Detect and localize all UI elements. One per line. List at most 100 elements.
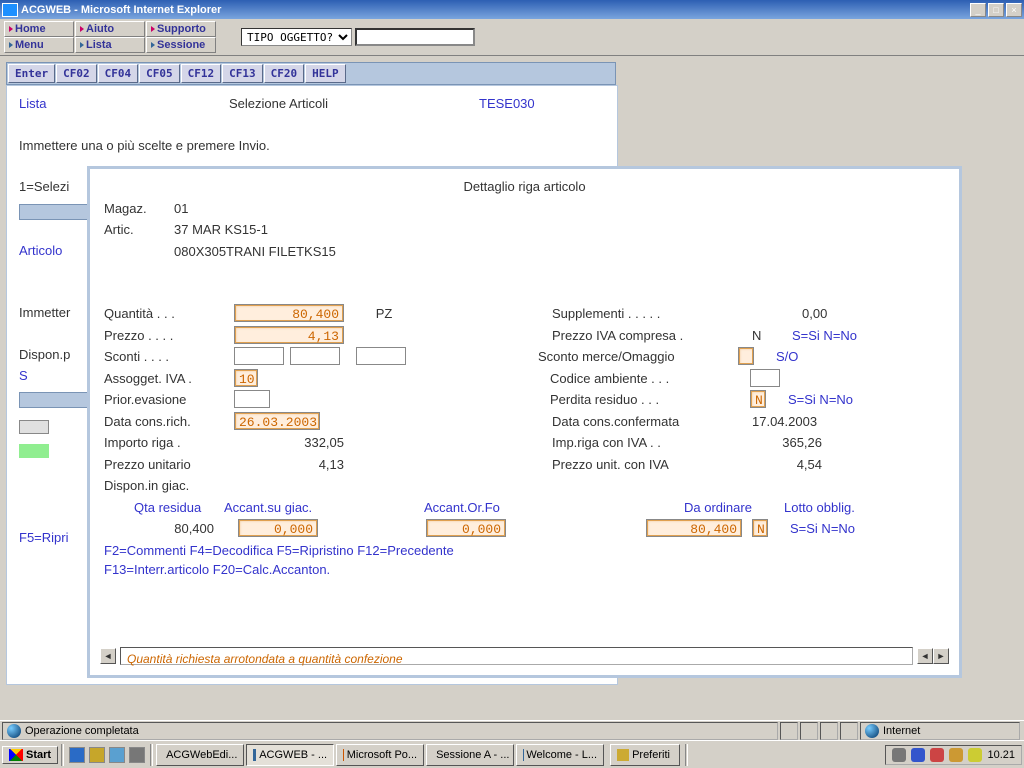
scroll-left-button[interactable]: ◄: [100, 648, 116, 664]
fkey-cf20[interactable]: CF20: [264, 64, 305, 83]
tray-icon-3[interactable]: [930, 748, 944, 762]
sconto3-input[interactable]: [356, 347, 406, 365]
accant-giac-input[interactable]: 0,000: [238, 519, 318, 537]
iva-comp-label: Prezzo IVA compresa .: [552, 326, 752, 346]
fkey-enter[interactable]: Enter: [8, 64, 55, 83]
artic-value: 37 MAR KS15-1: [174, 220, 268, 240]
start-label: Start: [26, 749, 51, 761]
accant-orfo-input[interactable]: 0,000: [426, 519, 506, 537]
imp-riga-label: Importo riga .: [104, 433, 234, 453]
task-acgweb[interactable]: ACGWEB - ...: [246, 744, 334, 766]
fkey-cf12[interactable]: CF12: [181, 64, 222, 83]
pu-iva-label: Prezzo unit. con IVA: [552, 455, 752, 475]
artic-desc: 080X305TRANI FILETKS15: [174, 242, 336, 262]
detail-title: Dettaglio riga articolo: [104, 177, 945, 197]
perd-hint: S=Si N=No: [788, 390, 853, 410]
ie-task-icon: [253, 749, 256, 761]
scroll-back-button[interactable]: ◄: [917, 648, 933, 664]
ppt-task-icon: [343, 749, 344, 761]
col-da-ordinare: Da ordinare: [684, 498, 784, 518]
cod-amb-input[interactable]: [750, 369, 780, 387]
tray-icon-4[interactable]: [949, 748, 963, 762]
data-conf-value: 17.04.2003: [752, 412, 817, 432]
col-accant-orfo: Accant.Or.Fo: [424, 498, 644, 518]
quicklaunch-app-icon[interactable]: [129, 747, 145, 763]
quicklaunch-ie-icon[interactable]: [69, 747, 85, 763]
sconto1-input[interactable]: [234, 347, 284, 365]
assogg-input[interactable]: 10: [234, 369, 258, 387]
prior-input[interactable]: [234, 390, 270, 408]
app-menubar: Home Menu Aiuto Lista Supporto Sessione …: [0, 19, 1024, 56]
sc-merce-input[interactable]: [738, 347, 754, 365]
imp-riga-iva-label: Imp.riga con IVA . .: [552, 433, 752, 453]
fkey-help[interactable]: HELP: [305, 64, 346, 83]
menu-sessione[interactable]: Sessione: [146, 37, 216, 53]
status-message: Quantità richiesta arrotondata a quantit…: [120, 647, 913, 665]
suppl-label: Supplementi . . . . .: [552, 304, 752, 324]
col-accant-giac: Accant.su giac.: [224, 498, 364, 518]
sconti-label: Sconti . . . .: [104, 347, 234, 367]
ie-icon: [2, 3, 18, 17]
status-zone: Internet: [883, 725, 920, 737]
col-lotto-obblig: Lotto obblig.: [784, 498, 855, 518]
menu-home[interactable]: Home: [4, 21, 74, 37]
quicklaunch-desktop-icon[interactable]: [109, 747, 125, 763]
maximize-button[interactable]: □: [988, 3, 1004, 17]
tray-icon-5[interactable]: [968, 748, 982, 762]
task-sessione[interactable]: Sessione A - ...: [426, 744, 514, 766]
sc-merce-label: Sconto merce/Omaggio: [538, 347, 738, 367]
minimize-button[interactable]: _: [970, 3, 986, 17]
tray-icon-1[interactable]: [892, 748, 906, 762]
artic-label: Artic.: [104, 220, 174, 240]
status-left: Operazione completata: [25, 725, 139, 737]
sconto2-input[interactable]: [290, 347, 340, 365]
fkey-cf02[interactable]: CF02: [56, 64, 97, 83]
scroll-right-button[interactable]: ►: [933, 648, 949, 664]
start-button[interactable]: Start: [2, 746, 58, 764]
tray-icon-2[interactable]: [911, 748, 925, 762]
lotto-hint: S=Si N=No: [790, 519, 855, 539]
prezzo-input[interactable]: 4,13: [234, 326, 344, 344]
detail-panel: Dettaglio riga articolo Magaz.01 Artic.3…: [87, 166, 962, 678]
assogg-label: Assogget. IVA .: [104, 369, 234, 389]
qta-input[interactable]: 80,400: [234, 304, 344, 322]
lotto-obblig-input[interactable]: N: [752, 519, 768, 537]
quicklaunch-outlook-icon[interactable]: [89, 747, 105, 763]
tray-clock: 10.21: [987, 749, 1015, 761]
imp-riga-value: 332,05: [234, 433, 344, 453]
task-powerpoint[interactable]: Microsoft Po...: [336, 744, 424, 766]
task-acgwebedi[interactable]: ACGWebEdi...: [156, 744, 244, 766]
close-button[interactable]: ×: [1006, 3, 1022, 17]
window-title: ACGWEB - Microsoft Internet Explorer: [21, 4, 970, 16]
task-preferiti[interactable]: Preferiti: [610, 744, 680, 766]
windows-taskbar: Start ACGWebEdi... ACGWEB - ... Microsof…: [0, 740, 1024, 768]
menu-aiuto[interactable]: Aiuto: [75, 21, 145, 37]
qta-um: PZ: [344, 304, 424, 324]
menu-supporto[interactable]: Supporto: [146, 21, 216, 37]
tipo-oggetto-select[interactable]: TIPO OGGETTO?: [241, 28, 352, 46]
data-rich-input[interactable]: 26.03.2003: [234, 412, 320, 430]
da-ordinare-input[interactable]: 80,400: [646, 519, 742, 537]
screen-instruction: Immettere una o più scelte e premere Inv…: [19, 136, 605, 157]
prezzo-label: Prezzo . . . .: [104, 326, 234, 346]
menu-lista[interactable]: Lista: [75, 37, 145, 53]
magaz-value: 01: [174, 199, 188, 219]
screen-title: Selezione Articoli: [229, 94, 479, 115]
fkey-cf13[interactable]: CF13: [222, 64, 263, 83]
fkey-cf05[interactable]: CF05: [139, 64, 180, 83]
window-titlebar: ACGWEB - Microsoft Internet Explorer _ □…: [0, 0, 1024, 19]
magaz-label: Magaz.: [104, 199, 174, 219]
ie-statusbar: Operazione completata Internet: [0, 720, 1024, 740]
disp-label: Dispon.in giac.: [104, 476, 189, 496]
screen-code: TESE030: [479, 94, 535, 115]
page-icon: [7, 724, 21, 738]
tipo-oggetto-input[interactable]: [355, 28, 475, 46]
data-conf-label: Data cons.confermata: [552, 412, 752, 432]
fkey-cf04[interactable]: CF04: [98, 64, 139, 83]
task-welcome[interactable]: Welcome - L...: [516, 744, 604, 766]
sc-merce-hint: S/O: [776, 347, 798, 367]
menu-menu[interactable]: Menu: [4, 37, 74, 53]
small-gray-box: [19, 420, 49, 434]
pu-iva-value: 4,54: [752, 455, 822, 475]
perd-input[interactable]: N: [750, 390, 766, 408]
